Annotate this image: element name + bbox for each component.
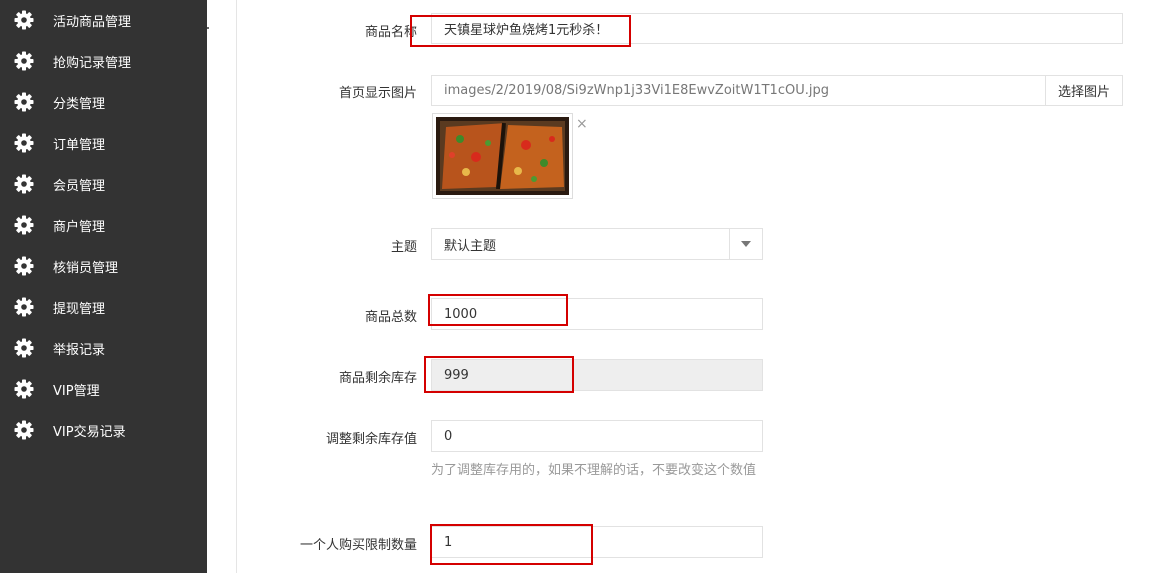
gear-icon [14, 297, 34, 317]
sidebar-item[interactable]: 商户管理 [0, 205, 207, 246]
adjust-label: 调整剩余库存值 [325, 432, 417, 447]
choose-image-button[interactable]: 选择图片 [1045, 75, 1123, 106]
sidebar-item-label: VIP管理 [53, 384, 100, 399]
sidebar-item-label: 会员管理 [53, 179, 106, 194]
chevron-down-icon [729, 229, 762, 259]
total-label: 商品总数 [364, 310, 417, 325]
adjust-input[interactable]: 0 [431, 420, 763, 452]
adjust-hint: 为了调整库存用的，如果不理解的话，不要改变这个数值 [431, 463, 757, 478]
gear-icon [14, 10, 34, 30]
sidebar-item[interactable]: 举报记录 [0, 328, 207, 369]
theme-label: 主题 [390, 240, 417, 255]
gear-icon [14, 174, 34, 194]
sidebar-item[interactable]: 订单管理 [0, 123, 207, 164]
gear-icon [14, 92, 34, 112]
image-label: 首页显示图片 [338, 86, 417, 101]
gear-icon [14, 215, 34, 235]
remaining-input: 999 [431, 359, 763, 391]
theme-selected-value: 默认主题 [444, 238, 497, 254]
sidebar-item[interactable]: 抢购记录管理 [0, 41, 207, 82]
gear-icon [14, 379, 34, 399]
sidebar-item-label: 分类管理 [53, 97, 106, 112]
sidebar: 活动商品管理 抢购记录管理 分类管理订单管理会员管理商户管理核销员管理提现管理举报记… [0, 0, 207, 573]
sidebar-item[interactable]: 活动商品管理 [0, 0, 207, 41]
sidebar-item[interactable]: VIP管理 [0, 369, 207, 410]
sidebar-item-label: VIP交易记录 [53, 425, 126, 440]
sidebar-item-label: 提现管理 [53, 302, 106, 317]
limit-input[interactable]: 1 [431, 526, 763, 558]
sidebar-item-label: 抢购记录管理 [53, 56, 132, 71]
gear-icon [14, 256, 34, 276]
sidebar-item[interactable]: 核销员管理 [0, 246, 207, 287]
sidebar-item[interactable]: 分类管理 [0, 82, 207, 123]
sidebar-item[interactable]: 提现管理 [0, 287, 207, 328]
image-path-input[interactable]: images/2/2019/08/Si9zWnp1j33Vi1E8EwvZoit… [431, 75, 1046, 106]
sidebar-item-label: 订单管理 [53, 138, 106, 153]
total-input[interactable]: 1000 [431, 298, 763, 330]
sidebar-item-label: 举报记录 [53, 343, 106, 358]
image-thumbnail [432, 113, 573, 199]
sidebar-item-label: 核销员管理 [53, 261, 119, 276]
sidebar-item-label: 活动商品管理 [53, 15, 132, 30]
gear-icon [14, 338, 34, 358]
grilled-fish-image [436, 117, 569, 195]
content-divider [236, 0, 237, 573]
sidebar-item-label: 商户管理 [53, 220, 106, 235]
name-label: 商品名称 [364, 25, 417, 40]
sidebar-item[interactable]: 会员管理 [0, 164, 207, 205]
limit-label: 一个人购买限制数量 [299, 538, 417, 553]
divider-dot [207, 27, 209, 29]
gear-icon [14, 420, 34, 440]
gear-icon [14, 51, 34, 71]
sidebar-item[interactable]: VIP交易记录 [0, 410, 207, 451]
remaining-label: 商品剩余库存 [338, 371, 417, 386]
name-input[interactable]: 天镇星球炉鱼烧烤1元秒杀！ [431, 13, 1123, 44]
theme-select[interactable]: 默认主题 [431, 228, 763, 260]
gear-icon [14, 133, 34, 153]
remove-image-icon[interactable]: × [576, 116, 588, 132]
